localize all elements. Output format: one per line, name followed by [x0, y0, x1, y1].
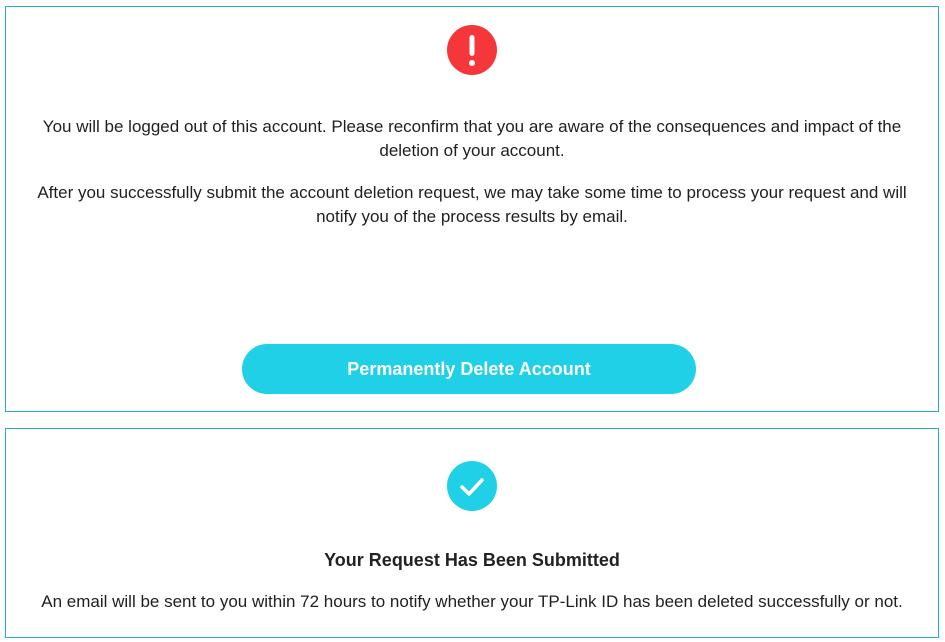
permanently-delete-account-button[interactable]: Permanently Delete Account: [242, 344, 696, 394]
logout-warning-text: You will be logged out of this account. …: [42, 117, 902, 160]
checkmark-icon: [447, 461, 497, 511]
processing-notice-text: After you successfully submit the accoun…: [37, 183, 907, 226]
request-submitted-title: Your Request Has Been Submitted: [324, 550, 620, 570]
email-notice-text: An email will be sent to you within 72 h…: [41, 592, 903, 611]
exclamation-icon: [447, 25, 497, 75]
delete-confirmation-panel: You will be logged out of this account. …: [5, 6, 939, 412]
request-submitted-panel: Your Request Has Been Submitted An email…: [5, 428, 939, 638]
